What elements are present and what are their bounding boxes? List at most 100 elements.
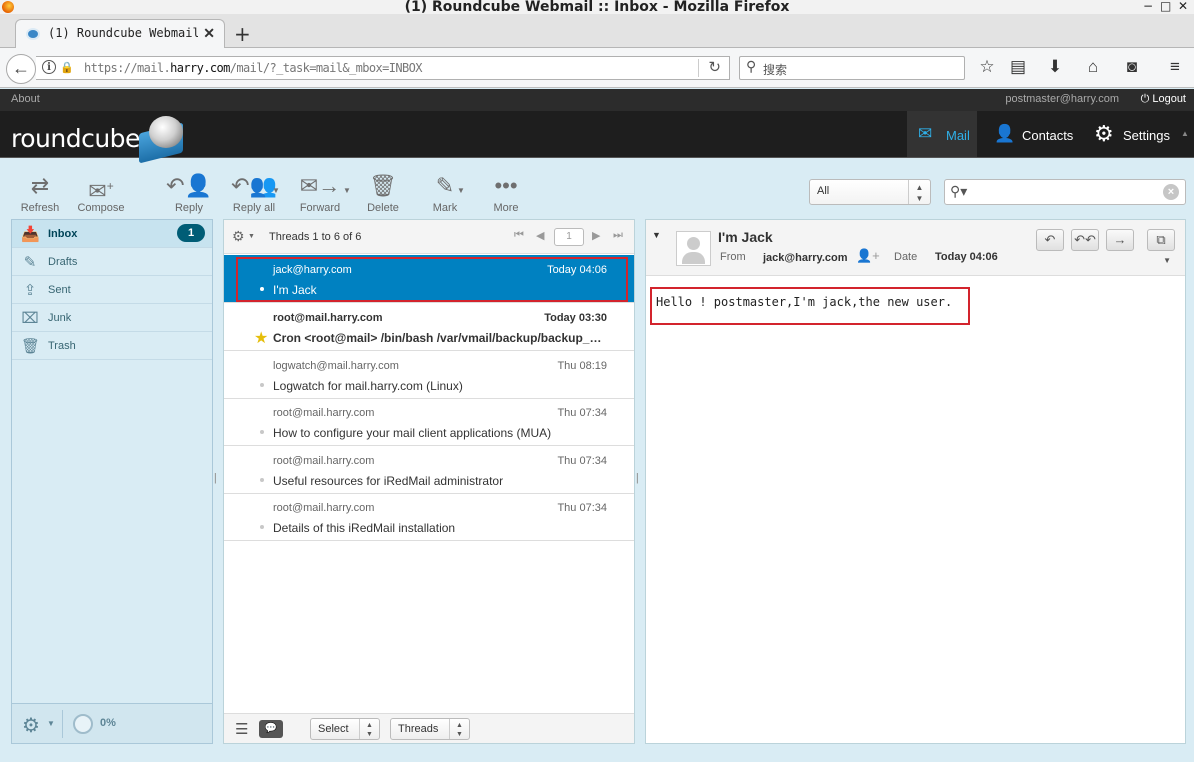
more-headers-icon[interactable]: ▼ xyxy=(1163,256,1171,265)
next-page-icon[interactable]: ▶ xyxy=(592,229,600,242)
search-placeholder: 搜索 xyxy=(763,63,788,77)
thread-count: Threads 1 to 6 of 6 xyxy=(269,231,362,243)
sent-icon: ⇪ xyxy=(23,282,37,299)
home-icon[interactable]: ⌂ xyxy=(1082,57,1104,77)
new-tab-button[interactable]: + xyxy=(234,22,251,46)
prev-page-icon[interactable]: ◀ xyxy=(536,229,544,242)
folder-drafts[interactable]: ✎ Drafts xyxy=(12,248,212,276)
filter-value: All xyxy=(817,185,830,197)
message-row[interactable]: root@mail.harry.com Thu 07:34 Useful res… xyxy=(224,446,634,494)
collapse-header-icon[interactable]: ▲ xyxy=(1181,129,1189,138)
select-arrows-icon: ▲ ▼ xyxy=(359,719,379,739)
threads-view-icon[interactable]: 💬 xyxy=(259,720,283,738)
folder-settings-icon[interactable]: ⚙ xyxy=(22,713,40,738)
mark-dropdown-icon[interactable]: ▼ xyxy=(457,186,465,195)
user-email: postmaster@harry.com xyxy=(1005,93,1119,105)
reply-icon[interactable]: ↶ xyxy=(1036,229,1064,251)
unread-count-badge: 1 xyxy=(177,224,205,242)
preview-subject: I'm Jack xyxy=(718,229,773,245)
select-label: Select xyxy=(318,723,349,735)
browser-tab[interactable]: (1) Roundcube Webmail :··· ✕ xyxy=(15,19,225,49)
forward-icon[interactable]: → xyxy=(1106,229,1134,251)
nav-mail[interactable]: ✉ Mail xyxy=(907,111,977,157)
message-subject: How to configure your mail client applic… xyxy=(273,426,552,440)
message-row[interactable]: logwatch@mail.harry.com Thu 08:19 Logwat… xyxy=(224,351,634,399)
message-row[interactable]: root@mail.harry.com Today 03:30 ★ Cron <… xyxy=(224,303,634,351)
reading-list-icon[interactable]: ▤ xyxy=(1007,57,1029,77)
message-date: Today 03:30 xyxy=(544,312,607,324)
threads-label: Threads xyxy=(398,723,439,735)
minimize-button[interactable]: − xyxy=(1143,0,1153,13)
message-row[interactable]: root@mail.harry.com Thu 07:34 How to con… xyxy=(224,398,634,446)
threads-dropdown[interactable]: Threads ▲ ▼ xyxy=(390,718,470,740)
more-icon: ••• xyxy=(494,173,518,198)
clear-search-icon[interactable]: × xyxy=(1163,184,1179,200)
menu-icon[interactable]: ≡ xyxy=(1164,57,1186,77)
from-label: From xyxy=(720,251,746,263)
select-dropdown[interactable]: Select ▲ ▼ xyxy=(310,718,380,740)
from-value[interactable]: jack@harry.com xyxy=(763,252,848,264)
search-options-icon[interactable]: ⚲▾ xyxy=(950,183,967,200)
folder-sent[interactable]: ⇪ Sent xyxy=(12,276,212,304)
nav-settings[interactable]: ⚙ Settings xyxy=(1085,111,1185,157)
logo-ball-icon xyxy=(149,116,183,148)
more-button[interactable]: ••• More xyxy=(476,172,536,214)
message-from: root@mail.harry.com xyxy=(273,312,383,324)
avatar-body xyxy=(682,252,705,264)
browser-search-input[interactable]: ⚲ 搜索 xyxy=(739,56,965,80)
url-bar[interactable]: i 🔒 https://mail.harry.com/mail/?_task=m… xyxy=(36,56,730,80)
flag-star-icon[interactable]: ★ xyxy=(254,328,268,348)
open-in-window-icon[interactable]: ⧉ xyxy=(1147,229,1175,251)
message-row[interactable]: jack@harry.com Today 04:06 I'm Jack xyxy=(224,255,634,303)
folder-trash[interactable]: 🗑 Trash xyxy=(12,332,212,360)
list-options-icon[interactable]: ⚙ xyxy=(232,228,245,245)
folder-settings-dropdown-icon[interactable]: ▼ xyxy=(47,719,55,728)
add-contact-icon[interactable]: 👤+ xyxy=(856,248,880,264)
message-date: Thu 07:34 xyxy=(557,455,607,467)
about-link[interactable]: About xyxy=(11,93,40,105)
reply-button[interactable]: ↶👤 Reply xyxy=(159,172,219,214)
delete-button[interactable]: 🗑 Delete xyxy=(353,172,413,214)
compose-button[interactable]: ✉+ Compose xyxy=(71,172,131,214)
list-options-dropdown-icon[interactable]: ▼ xyxy=(248,233,255,240)
first-page-icon[interactable]: ⏮ xyxy=(514,229,524,242)
reply-all-icon[interactable]: ↶↶ xyxy=(1071,229,1099,251)
forward-dropdown-icon[interactable]: ▼ xyxy=(343,186,351,195)
bookmark-star-icon[interactable]: ☆ xyxy=(976,57,998,77)
list-view-icon[interactable]: ☰ xyxy=(235,720,248,738)
reply-all-dropdown-icon[interactable]: ▼ xyxy=(272,186,280,195)
tab-strip: (1) Roundcube Webmail :··· ✕ + xyxy=(0,14,1194,49)
top-line: About postmaster@harry.com ⏻ Logout xyxy=(0,89,1194,111)
window-titlebar: (1) Roundcube Webmail :: Inbox - Mozilla… xyxy=(0,0,1194,15)
close-tab-icon[interactable]: ✕ xyxy=(203,25,215,42)
nav-contacts[interactable]: 👤 Contacts xyxy=(982,111,1082,157)
avatar-head xyxy=(687,237,700,250)
select-arrows-icon: ▲ ▼ xyxy=(449,719,469,739)
refresh-button[interactable]: ⇄ Refresh xyxy=(10,172,70,214)
logout-link[interactable]: ⏻ Logout xyxy=(1141,93,1186,106)
forward-button[interactable]: ✉→ Forward ▼ xyxy=(290,172,351,214)
back-button[interactable]: ← xyxy=(6,54,36,84)
mail-search-input[interactable]: ⚲▾ × xyxy=(944,179,1186,205)
sender-avatar xyxy=(676,231,711,266)
download-icon[interactable]: ⬇ xyxy=(1044,57,1066,77)
mark-button[interactable]: ✎ Mark ▼ xyxy=(415,172,475,214)
reload-icon[interactable]: ↻ xyxy=(708,58,721,76)
close-window-button[interactable]: ✕ xyxy=(1178,0,1188,13)
lock-icon[interactable]: 🔒 xyxy=(60,61,74,74)
page-number-input[interactable]: 1 xyxy=(554,228,584,246)
folder-list: 📥 Inbox 1 ✎ Drafts ⇪ Sent ⌧ Junk 🗑 Trash… xyxy=(11,219,213,744)
message-subject: Logwatch for mail.harry.com (Linux) xyxy=(273,379,463,393)
last-page-icon[interactable]: ⏭ xyxy=(613,229,623,242)
message-list: ⚙ ▼ Threads 1 to 6 of 6 ⏮ ◀ 1 ▶ ⏭ jack@h… xyxy=(223,219,635,744)
power-icon: ⏻ xyxy=(1140,93,1150,105)
message-row[interactable]: root@mail.harry.com Thu 07:34 Details of… xyxy=(224,493,634,541)
pocket-icon[interactable]: ◙ xyxy=(1121,57,1143,77)
toggle-headers-icon[interactable]: ▼ xyxy=(652,230,661,240)
maximize-button[interactable]: □ xyxy=(1160,0,1171,13)
reply-all-button[interactable]: ↶👥 Reply all ▼ xyxy=(222,172,286,214)
filter-select[interactable]: All ▲ ▼ xyxy=(809,179,931,205)
folder-inbox[interactable]: 📥 Inbox 1 xyxy=(12,220,212,248)
folder-junk[interactable]: ⌧ Junk xyxy=(12,304,212,332)
info-icon[interactable]: i xyxy=(42,60,56,74)
